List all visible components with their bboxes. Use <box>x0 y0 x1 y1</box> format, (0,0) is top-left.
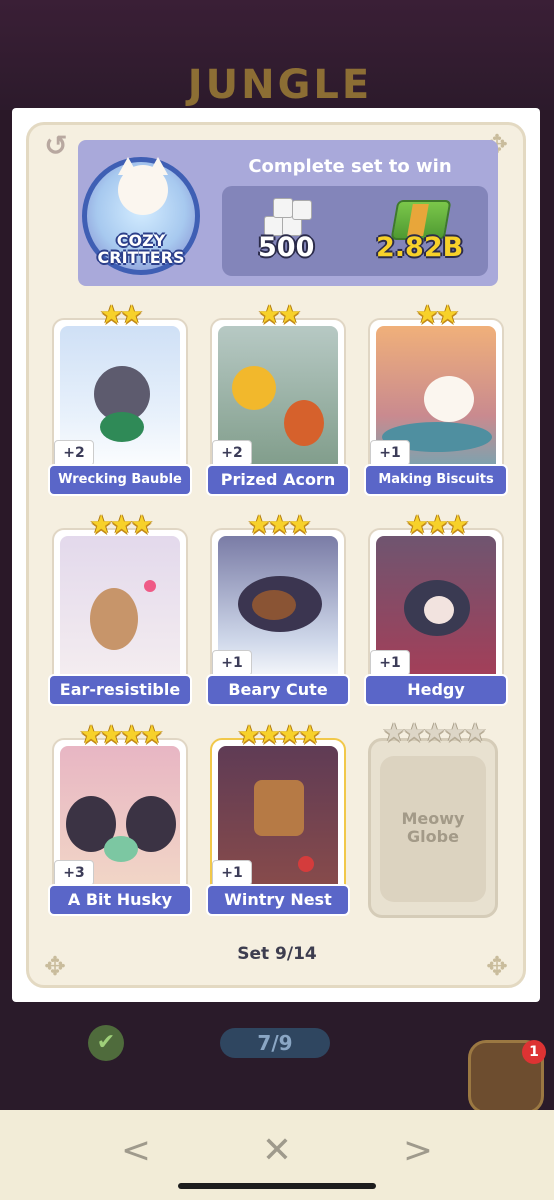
acorn <box>232 366 276 410</box>
sticker-name: Prized Acorn <box>206 464 350 496</box>
sticker-card[interactable]: ★★★ +1 Beary Cute <box>206 510 350 706</box>
star-rating: ★★ <box>257 300 302 330</box>
star-rating: ★★★ <box>405 510 470 540</box>
dice-icon <box>262 194 312 236</box>
background-event-title: JUNGLE <box>187 62 373 108</box>
sticker-name: Wrecking Bauble <box>48 464 192 496</box>
sticker-card[interactable]: ★★★ +1 Hedgy <box>364 510 508 706</box>
sweater <box>100 412 144 442</box>
home-indicator[interactable] <box>178 1183 376 1189</box>
notification-badge: 1 <box>522 1040 546 1064</box>
star-rating: ★★★★ <box>79 720 163 750</box>
sticker-art <box>60 536 180 686</box>
duplicate-count: +2 <box>54 440 94 466</box>
sticker-card[interactable]: ★★ +2 Wrecking Bauble <box>48 300 192 496</box>
bunny-figure <box>90 588 138 650</box>
sticker-card[interactable]: ★★★★ +3 A Bit Husky <box>48 720 192 916</box>
birdhouse <box>254 780 304 836</box>
sticker-card[interactable]: ★★★★ +1 Wintry Nest <box>206 720 350 916</box>
sticker-name: Beary Cute <box>206 674 350 706</box>
background-progress: 7/9 <box>220 1028 330 1058</box>
duplicate-count: +1 <box>212 650 252 676</box>
corner-ornament: ✥ <box>44 952 66 982</box>
die <box>292 200 312 220</box>
heart-icon <box>144 580 156 592</box>
star-rating: ★★★ <box>89 510 154 540</box>
star-rating: ★★★★ <box>237 720 321 750</box>
berry <box>298 856 314 872</box>
squirrel <box>284 400 324 446</box>
bear-figure <box>252 590 296 620</box>
history-icon[interactable]: ↺ <box>38 128 74 164</box>
close-button[interactable]: ✕ <box>247 1126 307 1176</box>
dice-reward-value: 500 <box>258 232 315 263</box>
locked-sticker-name: Meowy Globe <box>401 809 465 846</box>
sticker-name: Ear-resistible <box>48 674 192 706</box>
die <box>273 198 293 218</box>
gift <box>104 836 138 862</box>
star-rating: ★★ <box>415 300 460 330</box>
sticker-card[interactable]: ★★ +1 Making Biscuits <box>364 300 508 496</box>
sticker-card[interactable]: ★★ +2 Prized Acorn <box>206 300 350 496</box>
sticker-name: Hedgy <box>364 674 508 706</box>
set-index: Set 9/14 <box>237 944 317 964</box>
check-icon: ✔ <box>88 1025 124 1061</box>
header-title: Complete set to win <box>248 156 452 177</box>
cat-icon <box>118 165 168 215</box>
corner-ornament: ✥ <box>486 952 508 982</box>
cash-reward-value: 2.82B <box>376 232 464 263</box>
star-rating: ★★★ <box>247 510 312 540</box>
duplicate-count: +1 <box>370 440 410 466</box>
star-rating: ★★★★★ <box>382 718 487 748</box>
sticker-name: Wintry Nest <box>206 884 350 916</box>
cat-figure <box>424 376 474 422</box>
forward-button[interactable]: > <box>388 1126 448 1176</box>
back-button[interactable]: < <box>106 1126 166 1176</box>
sticker-card[interactable]: ★★★ Ear-resistible <box>48 510 192 706</box>
sticker-name: A Bit Husky <box>48 884 192 916</box>
duplicate-count: +1 <box>212 860 252 886</box>
star-rating: ★★ <box>99 300 144 330</box>
sticker-name: Making Biscuits <box>364 464 508 496</box>
set-name: COZY CRITTERS <box>97 231 185 267</box>
hedgehog-face <box>424 596 454 624</box>
duplicate-count: +2 <box>212 440 252 466</box>
duplicate-count: +3 <box>54 860 94 886</box>
duplicate-count: +1 <box>370 650 410 676</box>
